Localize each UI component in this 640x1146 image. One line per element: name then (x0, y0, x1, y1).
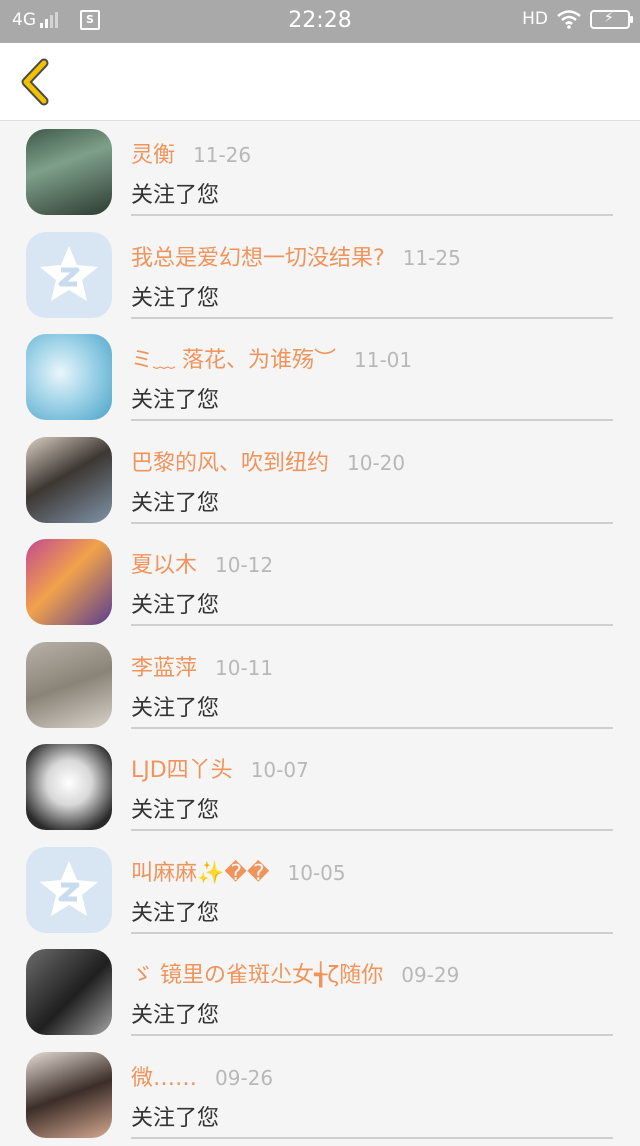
avatar[interactable] (26, 334, 112, 420)
battery-icon: ⚡ (590, 10, 630, 29)
notification-action: 关注了您 (131, 792, 219, 824)
divider (131, 317, 613, 319)
name-line: 巴黎的风、吹到纽约 10-20 (131, 445, 405, 477)
notification-date: 10-12 (215, 553, 273, 577)
notification-date: 09-29 (401, 963, 459, 987)
notification-row[interactable]: ゞ 镜里の雀斑尐女╅ζ随你 09-29 关注了您 (0, 941, 640, 1044)
wifi-icon (556, 9, 582, 29)
notification-row[interactable]: ミ﹏ 落花、为谁殇︶ 11-01 关注了您 (0, 326, 640, 429)
notification-row[interactable]: 李蓝萍 10-11 关注了您 (0, 634, 640, 737)
divider (131, 214, 613, 216)
notification-action: 关注了您 (131, 280, 219, 312)
notification-action: 关注了您 (131, 690, 219, 722)
notification-action: 关注了您 (131, 177, 219, 209)
notification-date: 10-20 (347, 451, 405, 475)
avatar[interactable] (26, 437, 112, 523)
name-line: LJD四丫头 10-07 (131, 752, 309, 784)
avatar[interactable] (26, 744, 112, 830)
default-avatar-icon (26, 232, 112, 318)
avatar[interactable] (26, 232, 112, 318)
avatar[interactable] (26, 847, 112, 933)
notification-date: 11-26 (193, 143, 251, 167)
name-line: 夏以木 10-12 (131, 547, 273, 579)
notification-action: 关注了您 (131, 895, 219, 927)
divider (131, 727, 613, 729)
divider (131, 829, 613, 831)
notification-row[interactable]: 叫麻麻✨�� 10-05 关注了您 (0, 839, 640, 942)
name-line: ゞ 镜里の雀斑尐女╅ζ随你 09-29 (131, 957, 459, 989)
name-line: 我总是爱幻想一切没结果? 11-25 (131, 240, 461, 272)
notification-row[interactable]: 灵衡 11-26 关注了您 (0, 121, 640, 224)
notification-row[interactable]: LJD四丫头 10-07 关注了您 (0, 736, 640, 839)
user-name[interactable]: 灵衡 (131, 143, 175, 168)
notification-row[interactable]: 微…… 09-26 关注了您 (0, 1044, 640, 1146)
name-line: ミ﹏ 落花、为谁殇︶ 11-01 (131, 342, 412, 374)
divider (131, 932, 613, 934)
notification-action: 关注了您 (131, 485, 219, 517)
hd-indicator: HD (522, 9, 548, 29)
avatar[interactable] (26, 539, 112, 625)
divider (131, 1034, 613, 1036)
default-avatar-icon (26, 847, 112, 933)
divider (131, 522, 613, 524)
avatar[interactable] (26, 642, 112, 728)
name-line: 灵衡 11-26 (131, 137, 251, 169)
status-bar: 4G S 22:28 HD ⚡ (0, 0, 640, 43)
divider (131, 624, 613, 626)
notification-date: 11-01 (354, 348, 412, 372)
user-name[interactable]: ミ﹏ 落花、为谁殇︶ (131, 348, 336, 373)
notification-action: 关注了您 (131, 587, 219, 619)
name-line: 李蓝萍 10-11 (131, 650, 273, 682)
avatar[interactable] (26, 1052, 112, 1138)
notification-row[interactable]: 巴黎的风、吹到纽约 10-20 关注了您 (0, 429, 640, 532)
notification-date: 09-26 (215, 1066, 273, 1090)
notification-row[interactable]: 我总是爱幻想一切没结果? 11-25 关注了您 (0, 224, 640, 327)
nav-bar (0, 43, 640, 121)
user-name[interactable]: 我总是爱幻想一切没结果? (131, 246, 385, 271)
user-name[interactable]: 巴黎的风、吹到纽约 (131, 451, 329, 476)
notification-date: 10-11 (215, 656, 273, 680)
user-name[interactable]: 叫麻麻✨�� (131, 861, 270, 886)
notification-date: 11-25 (403, 246, 461, 270)
name-line: 叫麻麻✨�� 10-05 (131, 855, 346, 887)
user-name[interactable]: ゞ 镜里の雀斑尐女╅ζ随你 (131, 963, 383, 988)
avatar[interactable] (26, 129, 112, 215)
user-name[interactable]: 夏以木 (131, 553, 197, 578)
user-name[interactable]: LJD四丫头 (131, 758, 233, 783)
user-name[interactable]: 微…… (131, 1066, 197, 1091)
user-name[interactable]: 李蓝萍 (131, 656, 197, 681)
back-button[interactable] (14, 57, 54, 107)
avatar[interactable] (26, 949, 112, 1035)
notification-action: 关注了您 (131, 1100, 219, 1132)
notification-row[interactable]: 夏以木 10-12 关注了您 (0, 531, 640, 634)
notification-list: 灵衡11-26关注了您我总是爱幻想一切没结果?11-25关注了您ミ﹏ 落花、为谁… (0, 121, 640, 1146)
notification-action: 关注了您 (131, 997, 219, 1029)
notification-action: 关注了您 (131, 382, 219, 414)
name-line: 微…… 09-26 (131, 1060, 273, 1092)
divider (131, 419, 613, 421)
status-right: HD ⚡ (522, 9, 630, 29)
notification-date: 10-05 (288, 861, 346, 885)
notification-date: 10-07 (251, 758, 309, 782)
